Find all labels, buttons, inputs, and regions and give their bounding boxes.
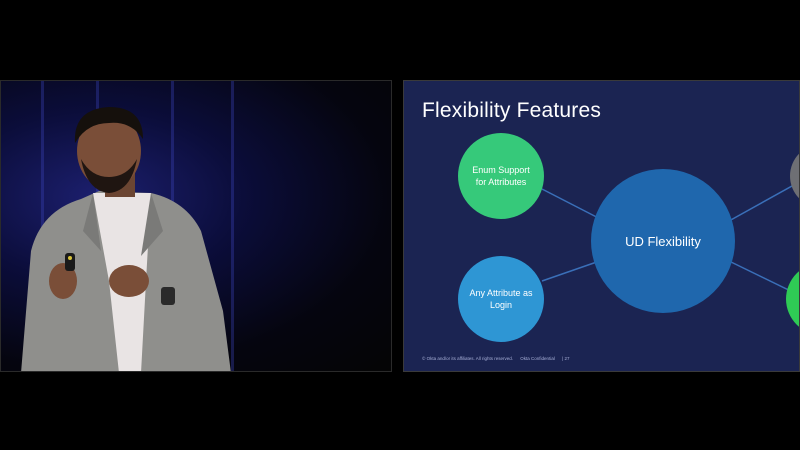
footer-copyright: © Okta and/or its affiliates. All rights… — [422, 356, 514, 361]
diagram-graphic — [458, 133, 799, 342]
connector-line — [728, 181, 799, 222]
footer-confidential: Okta Confidential — [520, 356, 555, 361]
node-enum-support-label: Enum Support for Attributes — [472, 165, 530, 187]
slide-footer: © Okta and/or its affiliates. All rights… — [422, 356, 576, 361]
node-partial-bottom-circle — [786, 271, 799, 327]
node-any-attribute-label: Any Attribute as Login — [469, 288, 533, 310]
presentation-slide: Flexibility Features Enum Support for At… — [403, 80, 800, 372]
node-partial-top-circle — [790, 153, 799, 199]
speaker-figure — [21, 107, 231, 371]
footer-page-number: | 27 — [562, 356, 570, 361]
speaker-video-panel — [0, 80, 392, 372]
node-ud-flexibility-label: UD Flexibility — [625, 233, 701, 249]
